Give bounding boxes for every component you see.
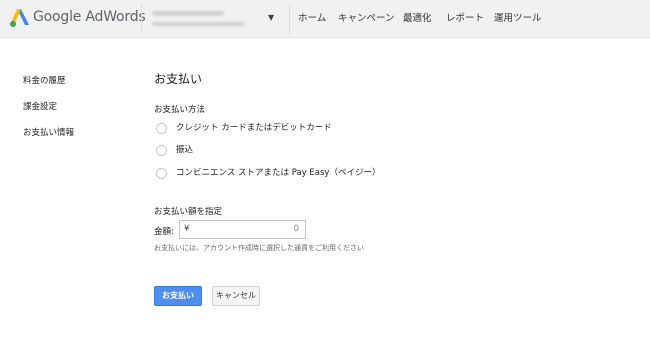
- amount-input[interactable]: 0: [219, 224, 299, 234]
- yen-icon: ¥: [184, 224, 190, 234]
- brand-name[interactable]: Google AdWords: [33, 9, 146, 25]
- account-name-redacted: [152, 11, 224, 16]
- divider: [141, 4, 142, 34]
- nav-campaigns[interactable]: キャンペーン: [338, 0, 395, 38]
- radio-button[interactable]: [156, 123, 167, 134]
- adwords-logo-icon[interactable]: [8, 7, 30, 29]
- page-title: お支払い: [154, 72, 203, 86]
- nav-optimize[interactable]: 最適化: [403, 0, 432, 38]
- divider: [289, 4, 290, 34]
- amount-field[interactable]: ¥ 0: [179, 220, 306, 239]
- payment-method-label-convenience-store[interactable]: コンビニエンス ストアまたは Pay Easy（ペイジー）: [176, 168, 380, 179]
- sidebar-item-billing-history[interactable]: 料金の履歴: [23, 74, 66, 86]
- account-id-redacted: [152, 22, 244, 26]
- chevron-down-icon[interactable]: ▼: [268, 13, 274, 22]
- radio-button[interactable]: [156, 145, 167, 156]
- top-bar: Google AdWords ▼ ホーム キャンペーン 最適化 レポート 運用ツ…: [0, 0, 650, 38]
- nav-home[interactable]: ホーム: [298, 0, 326, 38]
- payment-method-label-bank-transfer[interactable]: 振込: [176, 145, 193, 156]
- payment-method-label-credit-card[interactable]: クレジット カードまたはデビットカード: [176, 123, 332, 134]
- submit-payment-button[interactable]: お支払い: [154, 286, 202, 306]
- account-selector[interactable]: ▼: [150, 7, 274, 31]
- amount-section-label: お支払い額を指定: [154, 207, 223, 217]
- sidebar-item-billing-settings[interactable]: 課金設定: [23, 100, 57, 112]
- nav-reports[interactable]: レポート: [446, 0, 484, 38]
- sidebar-item-payment-info[interactable]: お支払い情報: [23, 126, 74, 138]
- nav-tools[interactable]: 運用ツール: [494, 0, 542, 38]
- payment-method-label: お支払い方法: [154, 105, 206, 115]
- currency-note: お支払いには、アカウント作成時に選択した通貨をご利用ください: [154, 244, 364, 252]
- amount-label: 金額:: [154, 227, 174, 237]
- radio-button[interactable]: [156, 168, 167, 179]
- cancel-button[interactable]: キャンセル: [212, 286, 260, 306]
